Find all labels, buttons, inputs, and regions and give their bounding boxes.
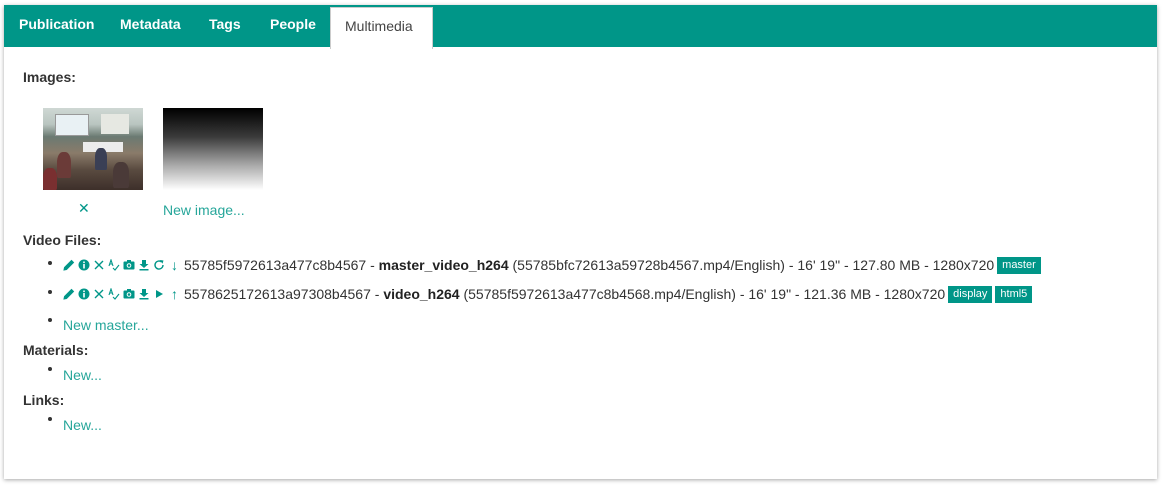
remove-image-icon[interactable]: ✕ bbox=[78, 200, 90, 217]
tab-bar: Publication Metadata Tags People Multime… bbox=[4, 5, 1157, 49]
play-icon[interactable] bbox=[153, 288, 165, 300]
download-icon[interactable] bbox=[138, 288, 150, 300]
list-bullet bbox=[48, 318, 52, 322]
display-badge: display bbox=[948, 285, 993, 303]
spellcheck-icon[interactable] bbox=[108, 288, 120, 300]
list-bullet bbox=[48, 261, 52, 265]
edit-icon[interactable] bbox=[63, 288, 75, 300]
new-image-link[interactable]: New image... bbox=[163, 202, 245, 218]
multimedia-panel: Publication Metadata Tags People Multime… bbox=[4, 5, 1157, 479]
video-details: (55785f5972613a477c8b4568.mp4/English) -… bbox=[459, 286, 946, 302]
camera-icon[interactable] bbox=[123, 259, 135, 271]
image-thumbnail-gradient[interactable] bbox=[163, 108, 263, 190]
video-details: (55785bfc72613a59728b4567.mp4/English) -… bbox=[508, 257, 995, 273]
video-id: 55785f5972613a477c8b4567 bbox=[184, 257, 367, 273]
new-link-link[interactable]: New... bbox=[63, 417, 102, 433]
spellcheck-icon[interactable] bbox=[108, 259, 120, 271]
video-name: video_h264 bbox=[383, 286, 460, 302]
tab-multimedia[interactable]: Multimedia bbox=[330, 7, 433, 49]
download-icon[interactable] bbox=[138, 259, 150, 271]
video-file-row: ↑ 5578625172613a97308b4567 - video_h264 … bbox=[63, 284, 1033, 304]
info-icon[interactable] bbox=[78, 288, 90, 300]
video-actions bbox=[63, 259, 165, 271]
video-file-row: ↓ 55785f5972613a477c8b4567 - master_vide… bbox=[63, 255, 1041, 275]
refresh-icon[interactable] bbox=[153, 259, 165, 271]
new-master-link[interactable]: New master... bbox=[63, 317, 149, 333]
video-name: master_video_h264 bbox=[378, 257, 509, 273]
camera-icon[interactable] bbox=[123, 288, 135, 300]
info-icon[interactable] bbox=[78, 259, 90, 271]
arrow-down-icon: ↓ bbox=[171, 257, 178, 273]
images-label: Images: bbox=[23, 69, 76, 85]
tab-publication[interactable]: Publication bbox=[19, 5, 94, 47]
separator: - bbox=[370, 286, 384, 302]
video-id: 5578625172613a97308b4567 bbox=[184, 286, 371, 302]
list-bullet bbox=[48, 417, 52, 421]
tab-people[interactable]: People bbox=[270, 5, 316, 47]
new-material-link[interactable]: New... bbox=[63, 367, 102, 383]
edit-icon[interactable] bbox=[63, 259, 75, 271]
tab-metadata[interactable]: Metadata bbox=[120, 5, 181, 47]
tab-tags[interactable]: Tags bbox=[209, 5, 241, 47]
video-actions bbox=[63, 288, 165, 300]
materials-label: Materials: bbox=[23, 342, 89, 358]
list-bullet bbox=[48, 367, 52, 371]
list-bullet bbox=[48, 290, 52, 294]
html5-badge: html5 bbox=[995, 285, 1033, 303]
links-label: Links: bbox=[23, 392, 65, 408]
arrow-up-icon[interactable]: ↑ bbox=[171, 286, 178, 302]
master-badge: master bbox=[997, 256, 1041, 274]
separator: - bbox=[366, 257, 379, 273]
delete-icon[interactable] bbox=[93, 259, 105, 271]
delete-icon[interactable] bbox=[93, 288, 105, 300]
image-thumbnail[interactable] bbox=[43, 108, 143, 190]
video-files-label: Video Files: bbox=[23, 232, 102, 248]
